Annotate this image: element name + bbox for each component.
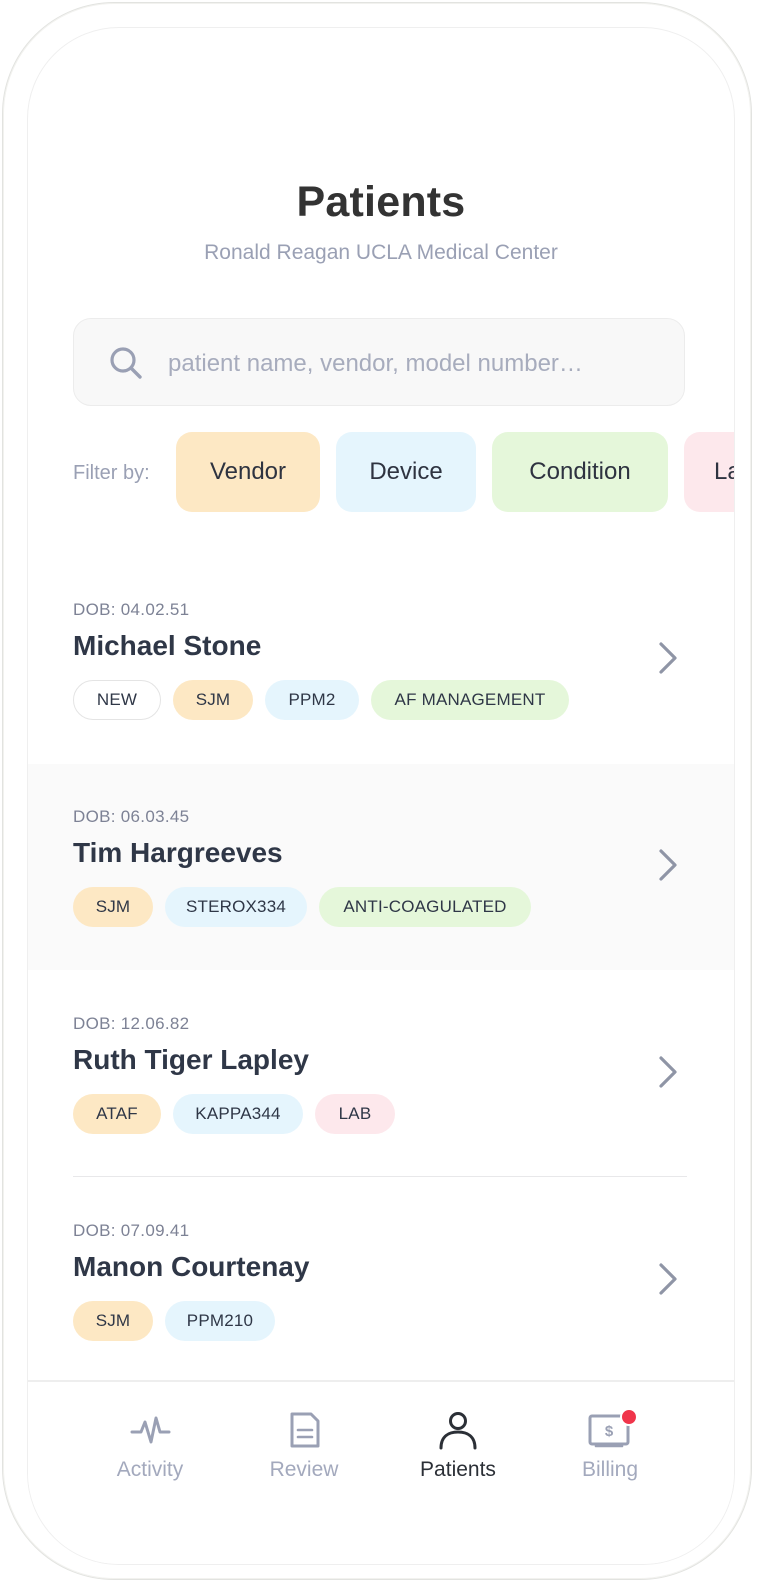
tag-device: PPM2 bbox=[265, 680, 359, 720]
tag-vendor: SJM bbox=[73, 887, 153, 927]
tag-vendor: SJM bbox=[73, 1301, 153, 1341]
page-subtitle: Ronald Reagan UCLA Medical Center bbox=[204, 241, 558, 264]
tab-label: Review bbox=[269, 1458, 339, 1481]
tag-condition: AF MANAGEMENT bbox=[371, 680, 569, 720]
chevron-right-icon bbox=[659, 642, 677, 674]
billing-icon: $ bbox=[588, 1414, 630, 1448]
tag-vendor: SJM bbox=[173, 680, 253, 720]
tab-patients[interactable]: Patients bbox=[373, 1382, 543, 1564]
tab-review[interactable]: Review bbox=[219, 1382, 389, 1564]
filter-chip-vendor[interactable]: Vendor bbox=[176, 432, 320, 512]
filter-chip-condition[interactable]: Condition bbox=[492, 432, 668, 512]
search-icon bbox=[110, 347, 142, 379]
patient-dob: DOB: 07.09.41 bbox=[73, 1221, 190, 1240]
svg-text:$: $ bbox=[605, 1423, 614, 1440]
tab-label: Billing bbox=[581, 1458, 639, 1481]
patient-row[interactable]: DOB: 07.09.41 Manon Courtenay SJM PPM210 bbox=[28, 1177, 734, 1383]
filter-chip-device[interactable]: Device bbox=[336, 432, 476, 512]
activity-icon bbox=[130, 1416, 171, 1444]
tag-device: STEROX334 bbox=[165, 887, 307, 927]
patient-dob: DOB: 12.06.82 bbox=[73, 1014, 190, 1033]
document-icon bbox=[290, 1412, 320, 1448]
device-frame: Patients Ronald Reagan UCLA Medical Cent… bbox=[2, 2, 752, 1580]
person-icon bbox=[439, 1412, 477, 1450]
patient-row[interactable]: DOB: 12.06.82 Ruth Tiger Lapley ATAF KAP… bbox=[28, 970, 734, 1176]
tag-new: NEW bbox=[73, 680, 161, 720]
patient-name: Manon Courtenay bbox=[73, 1251, 310, 1282]
tab-label: Activity bbox=[116, 1458, 184, 1481]
patient-dob: DOB: 06.03.45 bbox=[73, 807, 190, 826]
tag-device: KAPPA344 bbox=[173, 1094, 303, 1134]
filter-label: Filter by: bbox=[73, 462, 150, 484]
notification-badge bbox=[620, 1408, 638, 1426]
tag-vendor: ATAF bbox=[73, 1094, 161, 1134]
filter-chip-lab[interactable]: La bbox=[684, 432, 734, 512]
chevron-right-icon bbox=[659, 849, 677, 881]
patient-name: Ruth Tiger Lapley bbox=[73, 1044, 309, 1075]
patient-row[interactable]: DOB: 04.02.51 Michael Stone NEW SJM PPM2… bbox=[28, 558, 734, 764]
patient-row[interactable]: DOB: 06.03.45 Tim Hargreeves SJM STEROX3… bbox=[28, 764, 734, 970]
tab-billing[interactable]: $ Billing bbox=[525, 1382, 695, 1564]
chevron-right-icon bbox=[659, 1056, 677, 1088]
bottom-tab-bar: Activity Review Patients $ Billing bbox=[28, 1380, 734, 1564]
patient-dob: DOB: 04.02.51 bbox=[73, 600, 190, 619]
search-input[interactable] bbox=[166, 341, 660, 387]
page-title: Patients bbox=[296, 178, 466, 226]
tab-label: Patients bbox=[420, 1458, 496, 1481]
patient-name: Michael Stone bbox=[73, 630, 262, 661]
app-screen: Patients Ronald Reagan UCLA Medical Cent… bbox=[27, 27, 735, 1565]
tag-device: PPM210 bbox=[165, 1301, 275, 1341]
patient-name: Tim Hargreeves bbox=[73, 837, 283, 868]
tag-condition: ANTI-COAGULATED bbox=[319, 887, 531, 927]
search-bar[interactable] bbox=[73, 318, 685, 406]
tab-activity[interactable]: Activity bbox=[65, 1382, 235, 1564]
tag-lab: LAB bbox=[315, 1094, 395, 1134]
chevron-right-icon bbox=[659, 1263, 677, 1295]
